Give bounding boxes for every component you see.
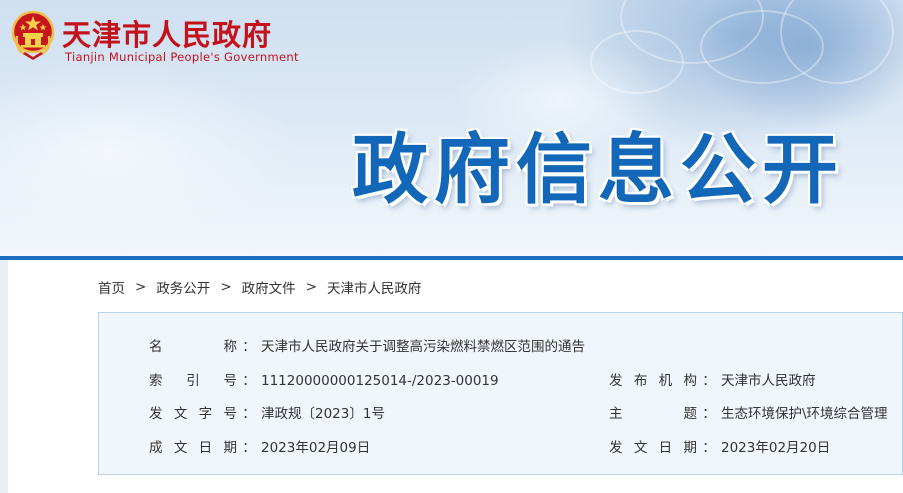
publisher-label: 发布机构 <box>609 373 697 389</box>
topic-label: 主题 <box>609 406 697 422</box>
publisher-value: 天津市人民政府 <box>721 373 816 389</box>
breadcrumb-government-documents[interactable]: 政府文件 <box>242 277 296 297</box>
document-number-label: 发文字号 <box>149 406 237 422</box>
info-row-index: 索引号 ： 11120000000125014-/2023-00019 <box>149 369 499 389</box>
breadcrumb-government-affairs[interactable]: 政务公开 <box>156 277 210 297</box>
breadcrumb-municipal-government[interactable]: 天津市人民政府 <box>327 277 422 297</box>
label-colon: ： <box>242 406 256 422</box>
label-colon: ： <box>242 339 256 355</box>
site-title[interactable]: 天津市人民政府 <box>62 12 272 54</box>
breadcrumb-home[interactable]: 首页 <box>98 277 125 297</box>
banner-highlight <box>0 60 300 240</box>
written-date-label: 成文日期 <box>149 440 237 456</box>
document-title-value: 天津市人民政府关于调整高污染燃料禁燃区范围的通告 <box>261 339 585 355</box>
info-row-publish-date: 发文日期 ： 2023年02月20日 <box>609 436 830 456</box>
label-colon: ： <box>702 440 716 456</box>
name-label: 名称 <box>149 339 237 355</box>
document-info-panel: 名称 ： 天津市人民政府关于调整高污染燃料禁燃区范围的通告 索引号 ： 11120000… <box>98 312 903 475</box>
breadcrumb-separator: > <box>220 279 232 295</box>
publish-date-value: 2023年02月20日 <box>721 440 831 456</box>
info-row-name: 名称 ： 天津市人民政府关于调整高污染燃料禁燃区范围的通告 <box>149 335 585 355</box>
index-number-value: 11120000000125014-/2023-00019 <box>261 373 499 389</box>
info-row-topic: 主题 ： 生态环境保护\环境综合管理 <box>609 402 888 422</box>
topic-value: 生态环境保护\环境综合管理 <box>721 406 888 422</box>
label-colon: ： <box>242 373 256 389</box>
breadcrumb: 首页 > 政务公开 > 政府文件 > 天津市人民政府 <box>98 277 421 297</box>
site-title-english[interactable]: Tianjin Municipal People's Government <box>65 50 299 64</box>
breadcrumb-separator: > <box>135 279 147 295</box>
breadcrumb-separator: > <box>305 279 317 295</box>
index-number-label: 索引号 <box>149 373 237 389</box>
publish-date-label: 发文日期 <box>609 440 697 456</box>
info-row-publisher: 发布机构 ： 天津市人民政府 <box>609 369 816 389</box>
banner-petal <box>590 30 684 94</box>
written-date-value: 2023年02月09日 <box>261 440 371 456</box>
info-row-doc-number: 发文字号 ： 津政规〔2023〕1号 <box>149 402 385 422</box>
header-banner: 天津市人民政府 Tianjin Municipal People's Gover… <box>0 0 903 256</box>
national-emblem-icon[interactable] <box>11 10 55 62</box>
label-colon: ： <box>242 440 256 456</box>
header-divider <box>0 256 903 260</box>
page-left-margin <box>0 260 8 493</box>
label-colon: ： <box>702 373 716 389</box>
document-number-value: 津政规〔2023〕1号 <box>261 406 385 422</box>
info-row-written-date: 成文日期 ： 2023年02月09日 <box>149 436 370 456</box>
page-hero-title: 政府信息公开 <box>352 125 844 214</box>
label-colon: ： <box>702 406 716 422</box>
